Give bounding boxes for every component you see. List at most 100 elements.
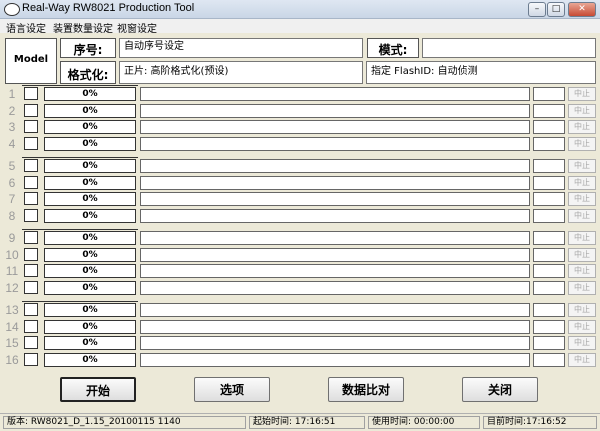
device-checkbox[interactable] — [24, 87, 38, 100]
device-checkbox[interactable] — [24, 120, 38, 133]
serial-field[interactable]: 自动序号设定 — [119, 38, 363, 58]
row-number: 6 — [8, 176, 16, 190]
row-number: 9 — [8, 231, 16, 245]
mode-field[interactable] — [422, 38, 596, 58]
device-checkbox[interactable] — [24, 353, 38, 366]
row-number: 15 — [5, 336, 19, 350]
device-checkbox[interactable] — [24, 320, 38, 333]
progress-percent: 0% — [44, 87, 136, 101]
device-checkbox[interactable] — [24, 264, 38, 277]
serial-label: 序号: — [73, 43, 103, 57]
device-checkbox[interactable] — [24, 176, 38, 189]
row-number: 4 — [8, 137, 16, 151]
device-status-box — [533, 303, 565, 317]
status-start-time: 起始时间: 17:16:51 — [249, 416, 365, 429]
stop-button[interactable]: 中止 — [568, 120, 596, 134]
minimize-button[interactable]: – — [528, 2, 546, 17]
stop-button[interactable]: 中止 — [568, 87, 596, 101]
stop-button[interactable]: 中止 — [568, 303, 596, 317]
app-icon — [4, 3, 20, 16]
row-number: 14 — [5, 320, 19, 334]
stop-button[interactable]: 中止 — [568, 192, 596, 206]
progress-percent: 0% — [44, 231, 136, 245]
row-number: 10 — [5, 248, 19, 262]
close-button[interactable]: 关闭 — [462, 377, 538, 402]
device-checkbox[interactable] — [24, 137, 38, 150]
device-status-box — [533, 281, 565, 295]
stop-button[interactable]: 中止 — [568, 320, 596, 334]
group-divider — [22, 85, 138, 86]
stop-button[interactable]: 中止 — [568, 231, 596, 245]
status-bar: 版本: RW8021_D_1.15_20100115 1140 起始时间: 17… — [0, 413, 600, 431]
progress-bar — [140, 159, 530, 173]
flash-id-field[interactable]: 指定 FlashID: 自动侦测 — [366, 61, 596, 84]
progress-percent: 0% — [44, 281, 136, 295]
progress-percent: 0% — [44, 303, 136, 317]
stop-button[interactable]: 中止 — [568, 176, 596, 190]
maximize-button[interactable]: □ — [547, 2, 565, 17]
close-window-button[interactable]: ✕ — [568, 2, 596, 17]
stop-button[interactable]: 中止 — [568, 104, 596, 118]
progress-bar — [140, 320, 530, 334]
row-number: 3 — [8, 120, 16, 134]
progress-bar — [140, 87, 530, 101]
menu-window[interactable]: 视窗设定 — [117, 20, 157, 35]
device-status-box — [533, 320, 565, 334]
stop-button[interactable]: 中止 — [568, 353, 596, 367]
device-checkbox[interactable] — [24, 281, 38, 294]
progress-percent: 0% — [44, 320, 136, 334]
progress-percent: 0% — [44, 248, 136, 262]
start-button[interactable]: 开始 — [60, 377, 136, 402]
row-number: 16 — [5, 353, 19, 367]
stop-button[interactable]: 中止 — [568, 336, 596, 350]
device-status-box — [533, 120, 565, 134]
format-label: 格式化: — [67, 68, 109, 82]
format-label-box: 格式化: — [60, 61, 116, 84]
device-status-box — [533, 336, 565, 350]
stop-button[interactable]: 中止 — [568, 281, 596, 295]
main-panel: Model 序号: 自动序号设定 模式: 格式化: 正片: 高阶格式化(预设) … — [0, 34, 600, 413]
device-checkbox[interactable] — [24, 159, 38, 172]
progress-percent: 0% — [44, 209, 136, 223]
device-status-box — [533, 176, 565, 190]
menu-language[interactable]: 语言设定 — [6, 20, 46, 35]
stop-button[interactable]: 中止 — [568, 159, 596, 173]
device-checkbox[interactable] — [24, 336, 38, 349]
device-checkbox[interactable] — [24, 303, 38, 316]
title-bar: Real-Way RW8021 Production Tool – □ ✕ — [0, 0, 600, 19]
device-status-box — [533, 209, 565, 223]
progress-percent: 0% — [44, 120, 136, 134]
progress-percent: 0% — [44, 192, 136, 206]
device-checkbox[interactable] — [24, 248, 38, 261]
progress-bar — [140, 120, 530, 134]
row-number: 5 — [8, 159, 16, 173]
progress-percent: 0% — [44, 353, 136, 367]
serial-label-box: 序号: — [60, 38, 116, 58]
device-checkbox[interactable] — [24, 209, 38, 222]
stop-button[interactable]: 中止 — [568, 248, 596, 262]
device-status-box — [533, 104, 565, 118]
progress-percent: 0% — [44, 159, 136, 173]
device-checkbox[interactable] — [24, 192, 38, 205]
progress-bar — [140, 336, 530, 350]
progress-bar — [140, 264, 530, 278]
progress-bar — [140, 104, 530, 118]
progress-bar — [140, 281, 530, 295]
format-field[interactable]: 正片: 高阶格式化(预设) — [119, 61, 363, 84]
row-number: 12 — [5, 281, 19, 295]
menu-device-count[interactable]: 装置数量设定 — [53, 20, 113, 35]
stop-button[interactable]: 中止 — [568, 137, 596, 151]
device-status-box — [533, 264, 565, 278]
progress-bar — [140, 353, 530, 367]
stop-button[interactable]: 中止 — [568, 209, 596, 223]
device-status-box — [533, 231, 565, 245]
device-status-box — [533, 87, 565, 101]
stop-button[interactable]: 中止 — [568, 264, 596, 278]
device-checkbox[interactable] — [24, 231, 38, 244]
mode-label-box: 模式: — [367, 38, 419, 58]
device-checkbox[interactable] — [24, 104, 38, 117]
options-button[interactable]: 选项 — [194, 377, 270, 402]
model-box: Model — [5, 38, 57, 84]
compare-button[interactable]: 数据比对 — [328, 377, 404, 402]
progress-bar — [140, 303, 530, 317]
